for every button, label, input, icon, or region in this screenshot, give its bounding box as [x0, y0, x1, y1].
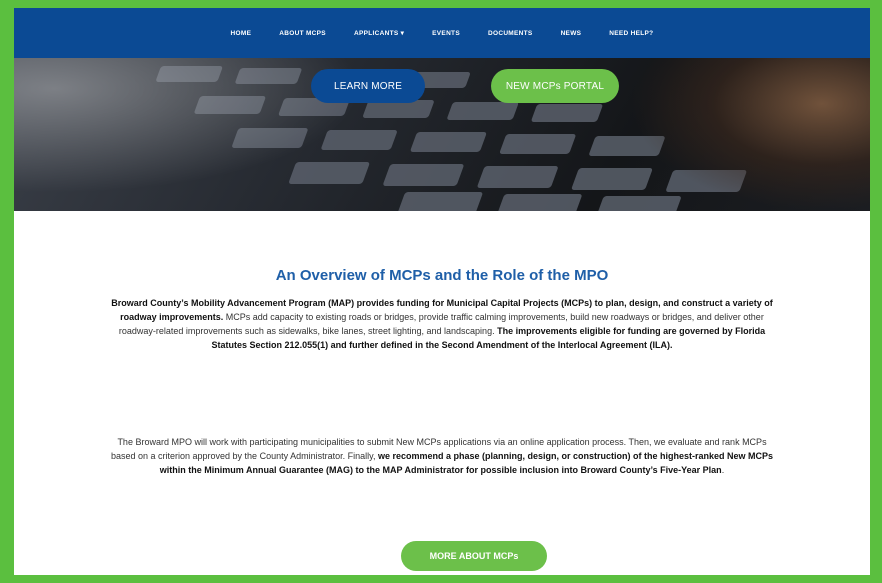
hero-banner	[14, 58, 870, 211]
chevron-down-icon: ▾	[398, 30, 405, 37]
new-mcps-portal-button[interactable]: NEW MCPs PORTAL	[491, 69, 619, 103]
overview-paragraph-1: Broward County’s Mobility Advancement Pr…	[106, 296, 778, 352]
nav-need-help[interactable]: NEED HELP?	[609, 30, 653, 37]
learn-more-button[interactable]: LEARN MORE	[311, 69, 425, 103]
more-about-mcps-button[interactable]: MORE ABOUT MCPs	[401, 541, 547, 571]
overview-paragraph-2: The Broward MPO will work with participa…	[106, 435, 778, 477]
nav-applicants-label: APPLICANTS	[353, 30, 399, 37]
p2-end: .	[721, 465, 725, 475]
nav-about-mcps[interactable]: ABOUT MCPS	[279, 30, 326, 37]
nav-news[interactable]: NEWS	[561, 30, 582, 37]
page-frame: HOME ABOUT MCPS APPLICANTS ▾ EVENTS DOCU…	[14, 8, 870, 575]
hand-shadow	[630, 58, 870, 211]
overview-section: An Overview of MCPs and the Role of the …	[14, 211, 870, 575]
nav-home[interactable]: HOME	[231, 30, 252, 37]
nav-events[interactable]: EVENTS	[432, 30, 460, 37]
nav-applicants[interactable]: APPLICANTS ▾	[354, 29, 404, 37]
nav-documents[interactable]: DOCUMENTS	[488, 30, 533, 37]
top-nav: HOME ABOUT MCPS APPLICANTS ▾ EVENTS DOCU…	[14, 8, 870, 58]
section-title: An Overview of MCPs and the Role of the …	[275, 267, 609, 284]
